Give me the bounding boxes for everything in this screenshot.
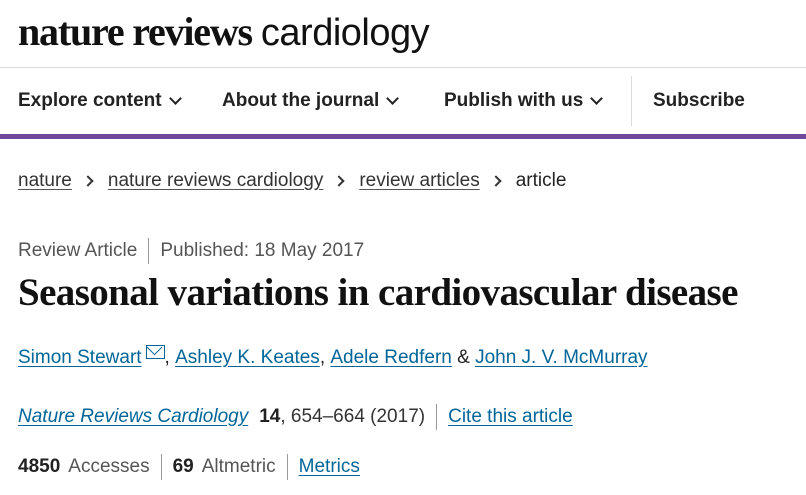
altmetric-count: 69 [172,456,194,477]
meta-divider [148,238,150,264]
metrics-divider [160,454,162,480]
subscribe-link[interactable]: Subscribe [653,68,745,134]
journal-masthead[interactable]: nature reviews cardiology [18,8,430,58]
chevron-right-icon [490,175,502,187]
breadcrumb-nature-reviews-cardiology[interactable]: nature reviews cardiology [108,170,323,192]
subscribe-label: Subscribe [653,90,745,111]
nav-divider [631,76,632,126]
nav-about-the-journal-label: About the journal [222,90,380,111]
citation-line: Nature Reviews Cardiology 14 , 654–664 (… [18,403,573,431]
author-separator: , [319,347,331,368]
masthead-nature-reviews: nature reviews [18,9,253,54]
article-title: Seasonal variations in cardiovascular di… [18,271,738,314]
nav-publish-with-us[interactable]: Publish with us [444,68,604,134]
nav-explore-content-label: Explore content [18,90,162,111]
masthead-cardiology: cardiology [260,12,430,54]
mail-icon[interactable] [145,345,165,359]
nav-about-the-journal[interactable]: About the journal [222,68,400,134]
published-date: Published: 18 May 2017 [160,240,365,261]
breadcrumb-current: article [515,170,567,191]
accesses-label: Accesses [68,456,150,477]
volume-number: 14 [259,406,281,427]
author-ashley-keates[interactable]: Ashley K. Keates [175,347,320,369]
cite-this-article-link[interactable]: Cite this article [448,406,573,428]
accesses-count: 4850 [18,456,61,477]
nav-publish-with-us-label: Publish with us [444,90,584,111]
article-metrics: 4850 Accesses 69 Altmetric Metrics [18,453,360,481]
author-adele-redfern[interactable]: Adele Redfern [330,347,451,369]
breadcrumb: nature nature reviews cardiology review … [18,168,566,194]
author-simon-stewart[interactable]: Simon Stewart [18,347,142,369]
author-separator: , [164,347,176,368]
pages-year: , 654–664 (2017) [280,406,426,427]
metrics-divider [286,454,288,480]
chevron-down-icon [386,92,400,105]
chevron-right-icon [333,175,345,187]
nav-accent-rule [0,134,806,139]
breadcrumb-nature[interactable]: nature [18,170,72,192]
chevron-down-icon [168,92,182,105]
author-list: Simon Stewart , Ashley K. Keates , Adele… [18,344,648,372]
article-type: Review Article [18,240,138,261]
article-meta: Review Article Published: 18 May 2017 [18,238,364,264]
citation-divider [436,404,438,430]
breadcrumb-review-articles[interactable]: review articles [359,170,479,192]
metrics-link[interactable]: Metrics [299,456,360,478]
journal-link[interactable]: Nature Reviews Cardiology [18,406,248,428]
author-john-mcmurray[interactable]: John J. V. McMurray [475,347,647,369]
chevron-down-icon [590,92,604,105]
main-navigation: Explore content About the journal Publis… [0,68,806,134]
nav-explore-content[interactable]: Explore content [18,68,182,134]
author-separator: & [451,347,476,368]
chevron-right-icon [82,175,94,187]
altmetric-label: Altmetric [201,456,276,477]
